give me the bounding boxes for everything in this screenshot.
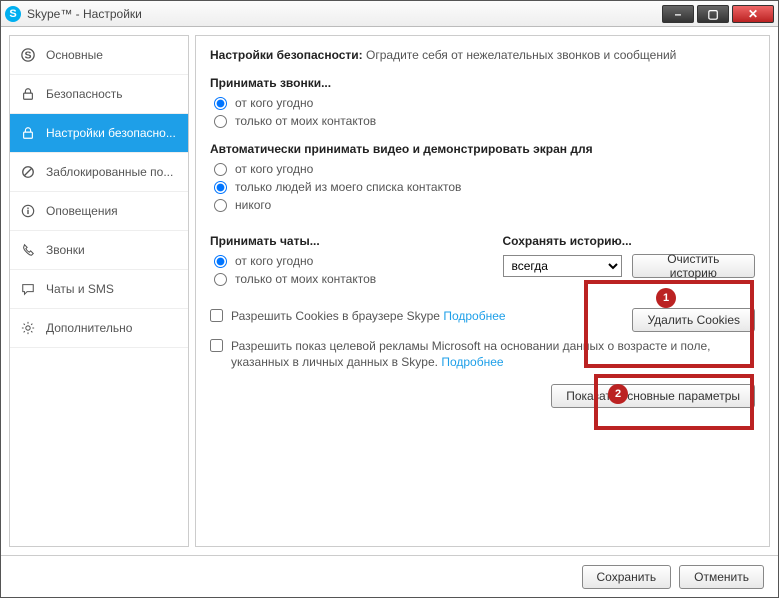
radio-label: только от моих контактов <box>235 114 376 128</box>
sidebar-item-security[interactable]: Безопасность <box>10 75 188 114</box>
lock-icon <box>20 87 36 101</box>
panel-header: Настройки безопасности: Оградите себя от… <box>210 48 755 62</box>
radio-input[interactable] <box>214 255 227 268</box>
row-allow-cookies: Разрешить Cookies в браузере Skype Подро… <box>210 308 755 332</box>
sidebar-item-blocked[interactable]: Заблокированные по... <box>10 153 188 192</box>
sidebar-item-notifications[interactable]: Оповещения <box>10 192 188 231</box>
link-more-ads[interactable]: Подробнее <box>441 355 503 369</box>
sidebar-item-advanced[interactable]: Дополнительно <box>10 309 188 348</box>
radio-input[interactable] <box>214 163 227 176</box>
gear-icon <box>20 321 36 335</box>
radio-label: только от моих контактов <box>235 272 376 286</box>
save-button[interactable]: Сохранить <box>582 565 672 589</box>
panel-header-bold: Настройки безопасности: <box>210 48 363 62</box>
lock-icon <box>20 126 36 140</box>
radio-calls-contacts[interactable]: только от моих контактов <box>214 114 755 128</box>
sidebar-item-label: Безопасность <box>46 87 123 101</box>
sidebar-item-label: Оповещения <box>46 204 118 218</box>
cancel-button[interactable]: Отменить <box>679 565 764 589</box>
skype-icon: S <box>20 48 36 62</box>
radio-video-anyone[interactable]: от кого угодно <box>214 162 755 176</box>
skype-icon: S <box>5 6 21 22</box>
content-panel: Настройки безопасности: Оградите себя от… <box>195 35 770 547</box>
checkbox-targeted-ads[interactable] <box>210 339 223 352</box>
titlebar: S Skype™ - Настройки – ▢ ✕ <box>1 1 778 27</box>
radio-calls-anyone[interactable]: от кого угодно <box>214 96 755 110</box>
radio-chats-anyone[interactable]: от кого угодно <box>214 254 463 268</box>
svg-text:S: S <box>24 50 31 62</box>
info-icon <box>20 204 36 218</box>
section-chats-title: Принимать чаты... <box>210 234 463 248</box>
radio-input[interactable] <box>214 181 227 194</box>
maximize-button[interactable]: ▢ <box>697 5 729 23</box>
chat-icon <box>20 282 36 296</box>
section-history-title: Сохранять историю... <box>503 234 756 248</box>
section-calls-title: Принимать звонки... <box>210 76 755 90</box>
window-title: Skype™ - Настройки <box>27 7 662 21</box>
radio-video-contacts[interactable]: только людей из моего списка контактов <box>214 180 755 194</box>
clear-history-button[interactable]: Очистить историю <box>632 254 755 278</box>
sidebar-item-label: Дополнительно <box>46 321 132 335</box>
row-targeted-ads: Разрешить показ целевой рекламы Microsof… <box>210 338 755 370</box>
radio-label: только людей из моего списка контактов <box>235 180 461 194</box>
radio-label: от кого угодно <box>235 96 313 110</box>
sidebar-item-label: Чаты и SMS <box>46 282 114 296</box>
sidebar-item-calls[interactable]: Звонки <box>10 231 188 270</box>
section-video-title: Автоматически принимать видео и демонстр… <box>210 142 755 156</box>
settings-window: S Skype™ - Настройки – ▢ ✕ S Основные Бе… <box>0 0 779 598</box>
sidebar-item-security-settings[interactable]: Настройки безопасно... <box>10 114 188 153</box>
sidebar-item-general[interactable]: S Основные <box>10 36 188 75</box>
radio-video-nobody[interactable]: никого <box>214 198 755 212</box>
sidebar: S Основные Безопасность Настройки безопа… <box>9 35 189 547</box>
radio-input[interactable] <box>214 115 227 128</box>
sidebar-item-label: Заблокированные по... <box>46 165 173 179</box>
show-basic-params-button[interactable]: Показать основные параметры <box>551 384 755 408</box>
phone-icon <box>20 243 36 257</box>
sidebar-item-label: Звонки <box>46 243 85 257</box>
radio-label: от кого угодно <box>235 254 313 268</box>
radio-input[interactable] <box>214 273 227 286</box>
history-select[interactable]: всегда <box>503 255 622 277</box>
delete-cookies-button[interactable]: Удалить Cookies <box>632 308 755 332</box>
blocked-icon <box>20 165 36 179</box>
radio-input[interactable] <box>214 97 227 110</box>
radio-input[interactable] <box>214 199 227 212</box>
sidebar-item-label: Настройки безопасно... <box>46 126 176 140</box>
radio-label: никого <box>235 198 271 212</box>
checkbox-allow-cookies[interactable] <box>210 309 223 322</box>
checkbox-label: Разрешить Cookies в браузере Skype <box>231 309 440 323</box>
annotation-badge-1: 1 <box>656 288 676 308</box>
radio-chats-contacts[interactable]: только от моих контактов <box>214 272 463 286</box>
minimize-button[interactable]: – <box>662 5 694 23</box>
sidebar-item-label: Основные <box>46 48 103 62</box>
radio-label: от кого угодно <box>235 162 313 176</box>
footer: Сохранить Отменить <box>1 555 778 597</box>
sidebar-item-chats[interactable]: Чаты и SMS <box>10 270 188 309</box>
link-more-cookies[interactable]: Подробнее <box>443 309 505 323</box>
panel-header-text: Оградите себя от нежелательных звонков и… <box>366 48 676 62</box>
close-button[interactable]: ✕ <box>732 5 774 23</box>
